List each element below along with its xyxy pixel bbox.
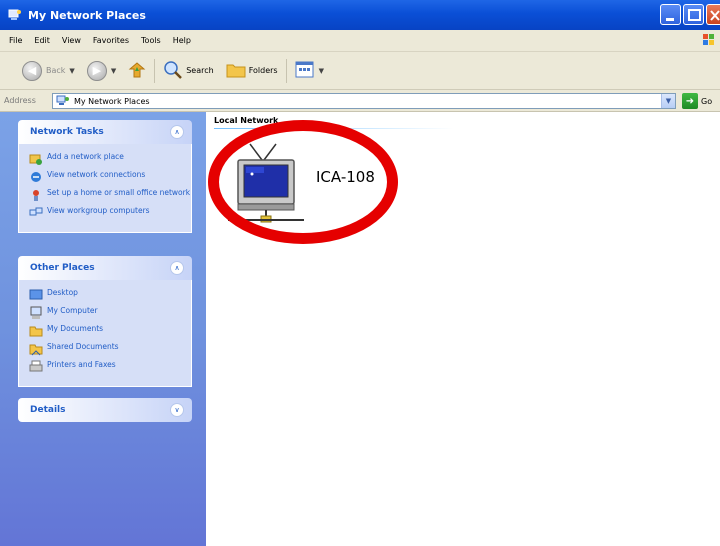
folders-button[interactable]: Folders bbox=[226, 61, 278, 81]
views-button[interactable]: ▼ bbox=[295, 61, 324, 81]
menu-view[interactable]: View bbox=[62, 36, 81, 45]
window-controls bbox=[660, 4, 720, 25]
network-places-icon bbox=[56, 95, 70, 107]
task-setup-home-network[interactable]: Set up a home or small office network bbox=[29, 188, 191, 202]
chevron-down-icon[interactable]: ▼ bbox=[111, 67, 116, 75]
search-label: Search bbox=[186, 66, 214, 75]
printers-faxes-icon bbox=[29, 360, 43, 374]
network-places-icon bbox=[8, 8, 22, 22]
collapse-chevron-icon[interactable]: ∧ bbox=[170, 125, 184, 139]
add-network-place-icon bbox=[29, 152, 43, 166]
highlight-ellipse bbox=[208, 120, 398, 244]
place-printers-faxes[interactable]: Printers and Faxes bbox=[29, 360, 191, 374]
close-button[interactable] bbox=[706, 4, 720, 25]
place-label: Shared Documents bbox=[47, 342, 119, 351]
network-tasks-header[interactable]: Network Tasks ∧ bbox=[18, 120, 192, 144]
task-pane: Network Tasks ∧ Add a network place View… bbox=[0, 112, 206, 546]
network-tasks-body: Add a network place View network connect… bbox=[18, 144, 192, 233]
other-places-panel: Other Places ∧ Desktop My Computer My Do… bbox=[18, 256, 192, 387]
go-label: Go bbox=[701, 96, 713, 106]
menu-favorites[interactable]: Favorites bbox=[93, 36, 129, 45]
task-view-workgroup-computers[interactable]: View workgroup computers bbox=[29, 206, 191, 220]
place-my-computer[interactable]: My Computer bbox=[29, 306, 191, 320]
panel-title: Other Places bbox=[30, 263, 95, 273]
place-my-documents[interactable]: My Documents bbox=[29, 324, 191, 338]
menu-help[interactable]: Help bbox=[173, 36, 191, 45]
chevron-down-icon[interactable]: ▼ bbox=[319, 67, 324, 75]
title-bar: My Network Places bbox=[0, 0, 720, 30]
minimize-button[interactable] bbox=[660, 4, 681, 25]
task-label: Add a network place bbox=[47, 152, 124, 161]
forward-button[interactable]: ▶ ▼ bbox=[86, 60, 116, 81]
window-title: My Network Places bbox=[28, 8, 146, 22]
back-arrow-icon: ◀ bbox=[22, 60, 42, 81]
place-desktop[interactable]: Desktop bbox=[29, 288, 191, 302]
my-documents-icon bbox=[29, 324, 43, 338]
up-folder-icon bbox=[128, 61, 146, 81]
place-label: Desktop bbox=[47, 288, 78, 297]
search-icon bbox=[163, 60, 183, 82]
place-label: My Computer bbox=[47, 306, 98, 315]
maximize-button[interactable] bbox=[683, 4, 704, 25]
other-places-body: Desktop My Computer My Documents Shared … bbox=[18, 280, 192, 387]
menu-tools[interactable]: Tools bbox=[141, 36, 161, 45]
panel-title: Network Tasks bbox=[30, 127, 104, 137]
collapse-chevron-icon[interactable]: ∧ bbox=[170, 261, 184, 275]
forward-arrow-icon: ▶ bbox=[86, 60, 107, 81]
network-tasks-panel: Network Tasks ∧ Add a network place View… bbox=[18, 120, 192, 233]
chevron-down-icon[interactable]: ▼ bbox=[661, 94, 675, 108]
other-places-header[interactable]: Other Places ∧ bbox=[18, 256, 192, 280]
back-label: Back bbox=[46, 66, 66, 75]
shared-documents-icon bbox=[29, 342, 43, 356]
address-input[interactable]: My Network Places ▼ bbox=[52, 93, 676, 109]
up-folder-button[interactable] bbox=[128, 61, 146, 81]
folder-icon bbox=[226, 61, 246, 81]
chevron-down-icon[interactable]: ▼ bbox=[69, 67, 74, 75]
toolbar-separator bbox=[285, 58, 287, 83]
go-button[interactable]: ➜ Go bbox=[682, 93, 712, 109]
folders-label: Folders bbox=[248, 66, 278, 75]
task-label: Set up a home or small office network bbox=[47, 188, 191, 197]
toolbar-separator bbox=[154, 58, 156, 83]
toolbar: ◀ Back ▼ ▶ ▼ Search Folders ▼ bbox=[0, 52, 720, 90]
panel-title: Details bbox=[30, 405, 66, 415]
task-label: View network connections bbox=[47, 170, 146, 179]
task-view-network-connections[interactable]: View network connections bbox=[29, 170, 191, 184]
home-network-setup-icon bbox=[29, 188, 43, 202]
views-icon bbox=[295, 61, 315, 81]
desktop-icon bbox=[29, 288, 43, 302]
menu-file[interactable]: File bbox=[9, 36, 22, 45]
address-bar: Address My Network Places ▼ ➜ Go bbox=[0, 90, 720, 112]
back-button[interactable]: ◀ Back ▼ bbox=[22, 60, 75, 81]
windows-logo-icon bbox=[702, 33, 716, 47]
details-panel: Details ∨ bbox=[18, 398, 192, 422]
workgroup-computers-icon bbox=[29, 206, 43, 220]
task-label: View workgroup computers bbox=[47, 206, 150, 215]
go-arrow-icon: ➜ bbox=[682, 93, 698, 109]
place-shared-documents[interactable]: Shared Documents bbox=[29, 342, 191, 356]
details-header[interactable]: Details ∨ bbox=[18, 398, 192, 422]
task-add-network-place[interactable]: Add a network place bbox=[29, 152, 191, 166]
menu-bar: File Edit View Favorites Tools Help bbox=[0, 30, 720, 52]
my-computer-icon bbox=[29, 306, 43, 320]
place-label: Printers and Faxes bbox=[47, 360, 116, 369]
search-button[interactable]: Search bbox=[163, 60, 214, 82]
network-connections-icon bbox=[29, 170, 43, 184]
address-label: Address bbox=[4, 96, 36, 105]
expand-chevron-icon[interactable]: ∨ bbox=[170, 403, 184, 417]
address-value: My Network Places bbox=[74, 96, 150, 106]
menu-edit[interactable]: Edit bbox=[34, 36, 50, 45]
place-label: My Documents bbox=[47, 324, 104, 333]
